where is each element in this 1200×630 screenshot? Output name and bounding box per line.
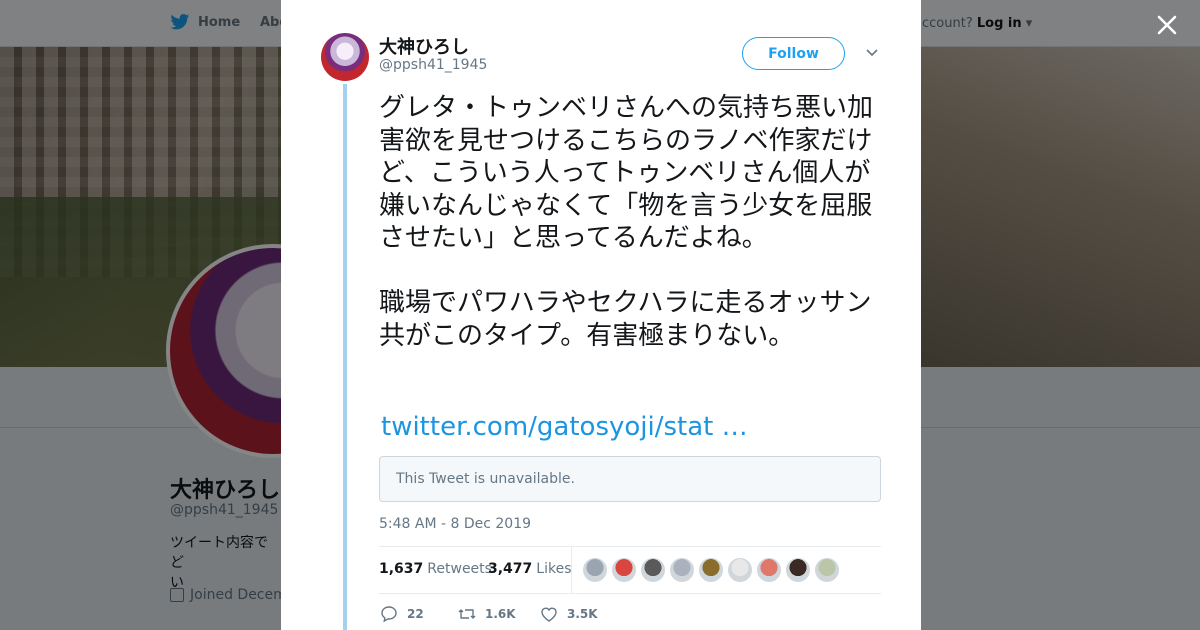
liker-avatar[interactable] bbox=[699, 558, 723, 582]
reply-count: 22 bbox=[407, 607, 424, 621]
close-icon[interactable] bbox=[1154, 12, 1180, 38]
stats-divider bbox=[571, 547, 572, 593]
retweets-stat[interactable]: 1,637 Retweets bbox=[379, 561, 492, 577]
author-name[interactable]: 大神ひろし bbox=[379, 33, 469, 59]
quoted-tweet-unavailable: This Tweet is unavailable. bbox=[379, 456, 881, 502]
tweet-stats: 1,637 Retweets 3,477 Likes bbox=[379, 546, 881, 594]
likes-label: Likes bbox=[536, 561, 572, 577]
follow-button[interactable]: Follow bbox=[742, 37, 845, 70]
retweets-count: 1,637 bbox=[379, 561, 424, 577]
liker-avatar[interactable] bbox=[641, 558, 665, 582]
tweet-modal: 大神ひろし @ppsh41_1945 Follow グレタ・トゥンベリさんへの気… bbox=[281, 0, 921, 630]
like-action[interactable]: 3.5K bbox=[539, 604, 598, 624]
like-count: 3.5K bbox=[567, 607, 598, 621]
liker-avatar[interactable] bbox=[612, 558, 636, 582]
liker-avatar[interactable] bbox=[583, 558, 607, 582]
heart-icon bbox=[541, 607, 557, 622]
tweet-link[interactable]: twitter.com/gatosyoji/stat … bbox=[381, 412, 748, 442]
liker-avatar[interactable] bbox=[786, 558, 810, 582]
chevron-down-icon[interactable] bbox=[866, 48, 878, 58]
tweet-actions: 22 1.6K 3.5K bbox=[379, 604, 598, 624]
author-avatar[interactable] bbox=[321, 33, 369, 81]
retweet-action[interactable]: 1.6K bbox=[457, 604, 539, 624]
liker-avatar[interactable] bbox=[670, 558, 694, 582]
tweet-text: グレタ・トゥンベリさんへの気持ち悪い加害欲を見せつけるこちらのラノベ作家だけど、… bbox=[379, 93, 874, 351]
thread-line bbox=[343, 84, 347, 630]
liker-avatar[interactable] bbox=[815, 558, 839, 582]
retweets-label: Retweets bbox=[427, 561, 492, 577]
tweet-timestamp[interactable]: 5:48 AM - 8 Dec 2019 bbox=[379, 516, 531, 532]
retweet-count: 1.6K bbox=[485, 607, 516, 621]
liker-avatar[interactable] bbox=[757, 558, 781, 582]
reply-action[interactable]: 22 bbox=[379, 604, 457, 624]
liker-avatar[interactable] bbox=[728, 558, 752, 582]
likes-stat[interactable]: 3,477 Likes bbox=[488, 561, 572, 577]
author-handle[interactable]: @ppsh41_1945 bbox=[379, 57, 487, 73]
likes-count: 3,477 bbox=[488, 561, 533, 577]
reply-icon bbox=[381, 606, 397, 623]
liker-avatars bbox=[583, 558, 839, 582]
retweet-icon bbox=[458, 609, 476, 619]
